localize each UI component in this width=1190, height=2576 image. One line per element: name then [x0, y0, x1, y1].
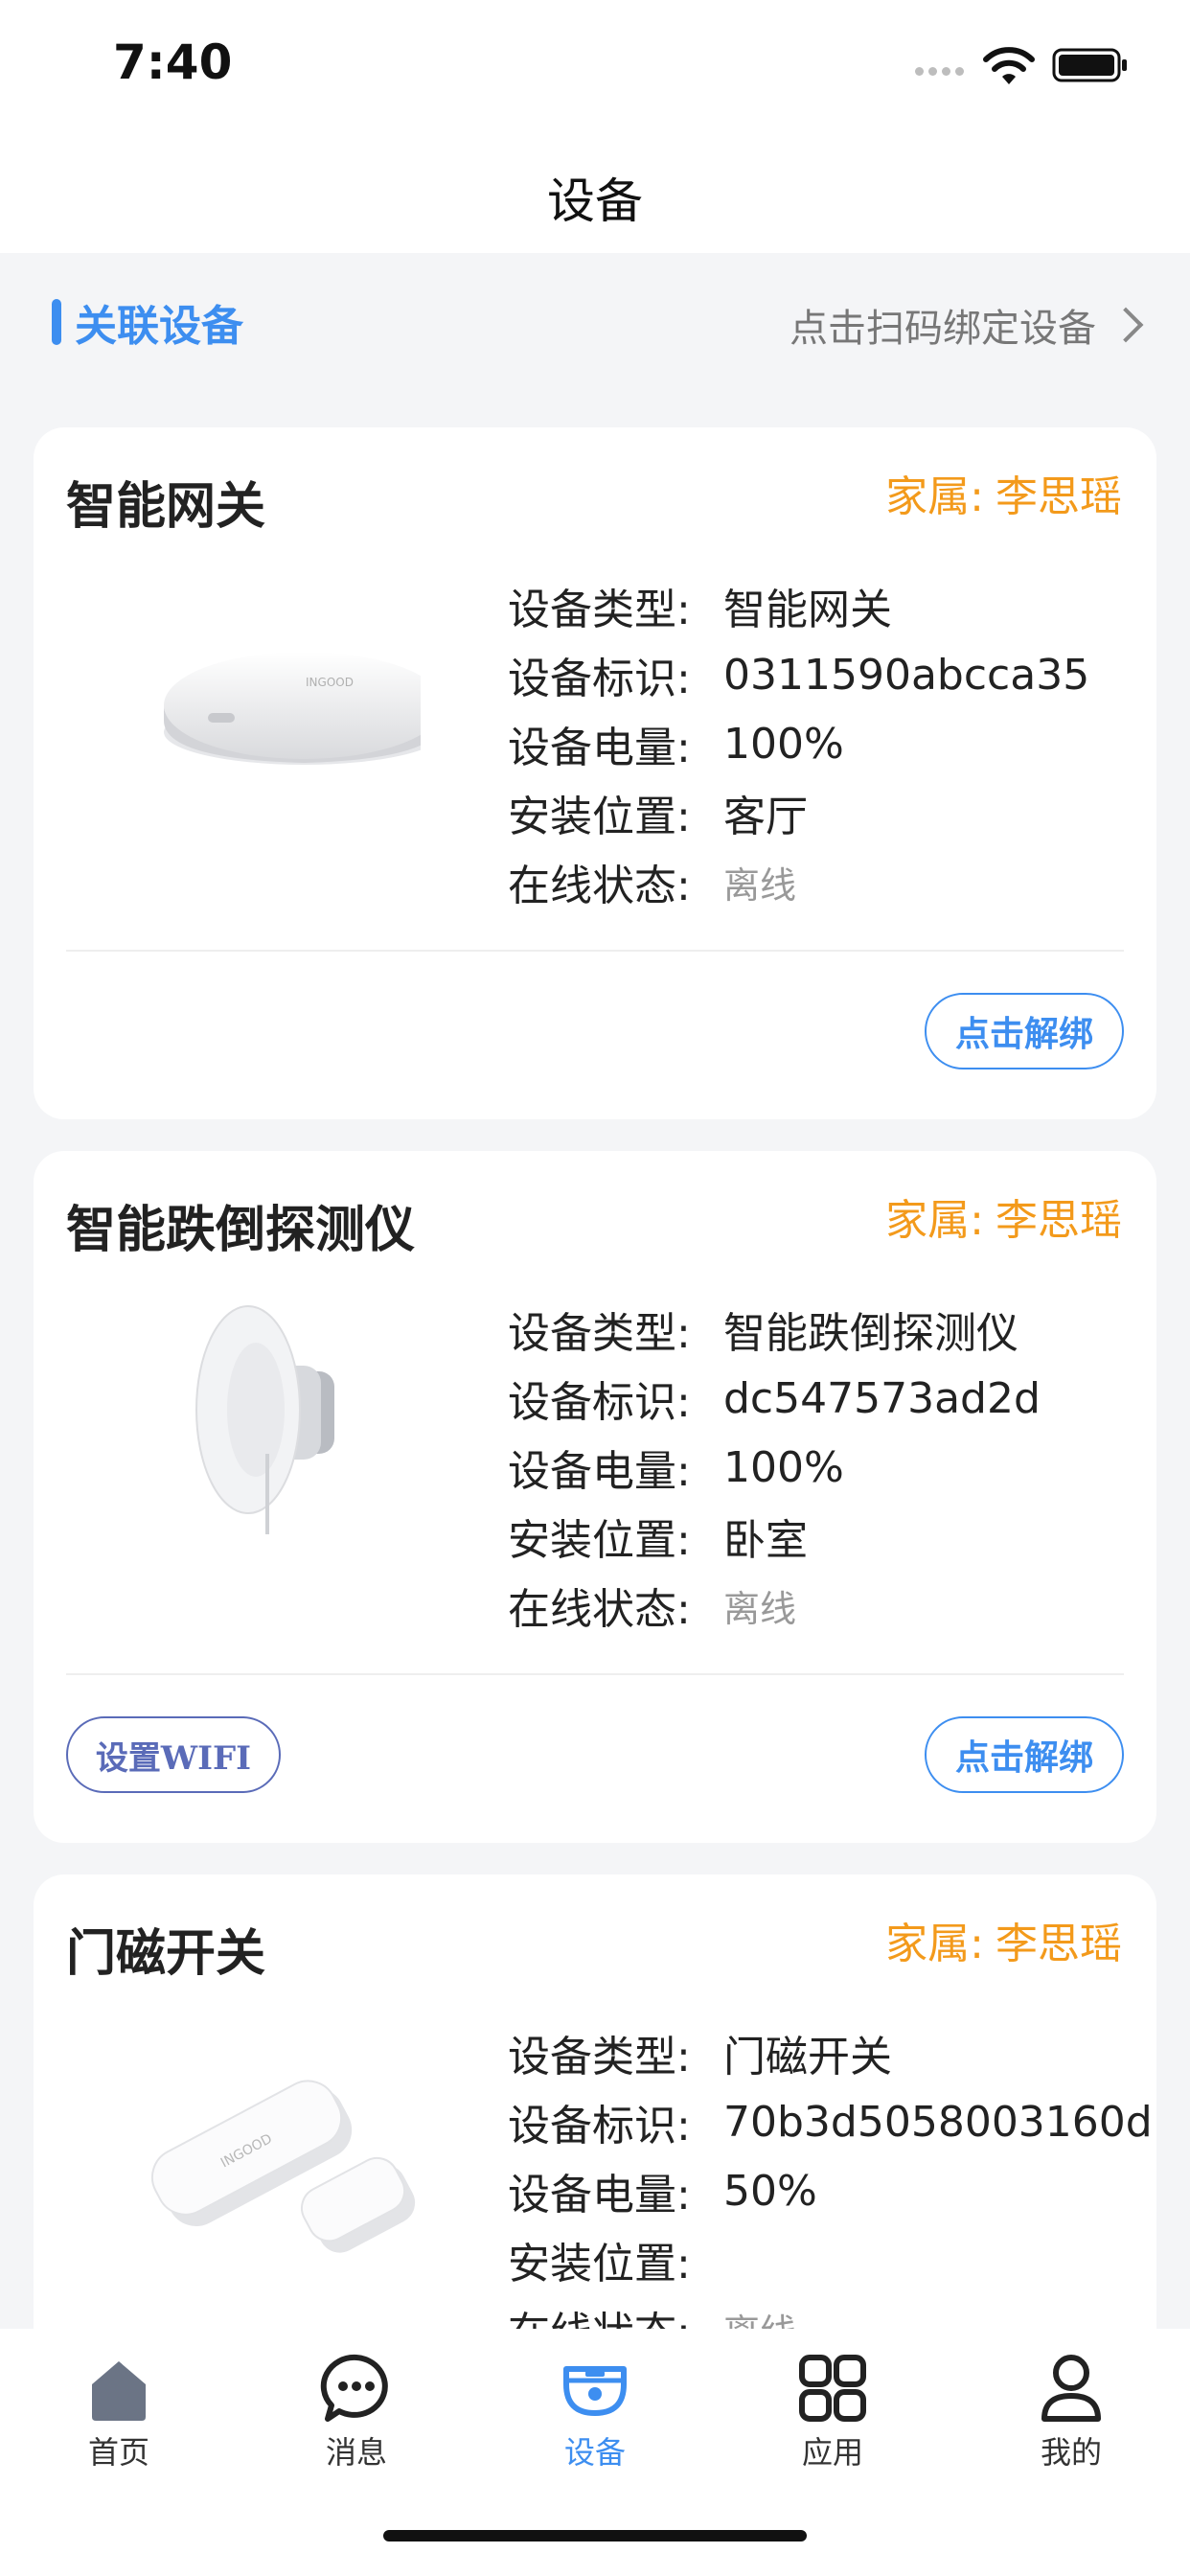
tab-label: 设备 — [563, 2434, 626, 2471]
unbind-button[interactable]: 点击解绑 — [925, 993, 1124, 1070]
device-info: 设备类型: 智能跌倒探测仪 设备标识: dc547573ad2d 设备电量: 100%… — [508, 1295, 1041, 1640]
tab-messages[interactable]: 消息 — [289, 2350, 423, 2472]
value-status: 离线 — [723, 1587, 797, 1630]
battery-icon — [1052, 48, 1127, 82]
svg-text:INGOOD: INGOOD — [306, 676, 354, 689]
wifi-icon — [983, 47, 1035, 84]
device-owner: 家属: 李思瑶 — [885, 1909, 1122, 1970]
home-icon — [92, 2361, 146, 2421]
value-type: 门磁开关 — [723, 2033, 892, 2082]
value-type: 智能网关 — [723, 586, 892, 634]
label-battery: 设备电量: — [508, 724, 691, 772]
label-id: 设备标识: — [508, 1378, 691, 1427]
label-location: 安装位置: — [508, 2240, 691, 2288]
value-id: dc547573ad2d — [723, 1373, 1041, 1423]
fall-detector-device-image — [195, 1305, 334, 1534]
owner-name: 李思瑶 — [995, 1920, 1122, 1968]
nav-bar: 设备 — [0, 134, 1190, 253]
value-battery: 50% — [723, 2166, 817, 2216]
owner-name: 李思瑶 — [995, 1196, 1122, 1245]
scan-bind-label: 点击扫码绑定设备 — [790, 307, 1096, 351]
label-location: 安装位置: — [508, 793, 691, 841]
value-id: 0311590abcca35 — [723, 650, 1090, 700]
tab-devices[interactable]: 设备 — [528, 2350, 662, 2472]
status-time: 7:40 — [113, 34, 233, 90]
label-location: 安装位置: — [508, 1516, 691, 1565]
value-id: 70b3d5058003160d — [723, 2097, 1153, 2147]
door-sensor-device-image: INGOOD — [150, 2080, 416, 2253]
tab-label: 消息 — [325, 2434, 387, 2471]
divider — [66, 1673, 1124, 1675]
unbind-button[interactable]: 点击解绑 — [925, 1716, 1124, 1793]
section-accent-bar — [52, 299, 61, 345]
device-name: 智能跌倒探测仪 — [66, 1202, 416, 1259]
status-bar: 7:40 — [0, 0, 1190, 134]
device-info: 设备类型: 门磁开关 设备标识: 70b3d5058003160d 设备电量: 50%… — [508, 2018, 1153, 2363]
value-battery: 100% — [723, 1442, 844, 1492]
owner-label: 家属: — [885, 1196, 984, 1245]
profile-icon — [1041, 2355, 1101, 2422]
device-info: 设备类型: 智能网关 设备标识: 0311590abcca35 设备电量: 100% … — [508, 571, 1089, 916]
owner-label: 家属: — [885, 1920, 984, 1968]
scan-bind-link[interactable]: 点击扫码绑定设备 — [790, 297, 1144, 353]
value-status: 离线 — [723, 863, 797, 907]
label-battery: 设备电量: — [508, 1447, 691, 1496]
tab-label: 应用 — [801, 2434, 863, 2471]
section-title: 关联设备 — [75, 302, 243, 351]
value-battery: 100% — [723, 719, 844, 769]
home-indicator — [383, 2530, 807, 2542]
cellular-signal-icon — [915, 61, 973, 80]
label-type: 设备类型: — [508, 2033, 691, 2082]
value-location: 卧室 — [723, 1516, 808, 1565]
device-card: 智能跌倒探测仪 家属: 李思瑶 设备类型: 智能跌倒探测仪 设备标识: dc54757… — [34, 1151, 1156, 1843]
label-type: 设备类型: — [508, 1309, 691, 1358]
value-location: 客厅 — [723, 793, 808, 841]
tab-profile[interactable]: 我的 — [1004, 2350, 1138, 2472]
label-id: 设备标识: — [508, 655, 691, 703]
chevron-right-icon — [1108, 307, 1144, 343]
value-type: 智能跌倒探测仪 — [723, 1309, 1018, 1358]
tab-home[interactable]: 首页 — [52, 2350, 186, 2472]
message-icon — [320, 2354, 388, 2422]
label-id: 设备标识: — [508, 2102, 691, 2150]
set-wifi-button[interactable]: 设置WIFI — [66, 1716, 281, 1793]
device-owner: 家属: 李思瑶 — [885, 1185, 1122, 1247]
device-card: 智能网关 家属: 李思瑶 INGOOD 设备类型: 智能网关 设备标识: 031159… — [34, 427, 1156, 1119]
owner-label: 家属: — [885, 472, 984, 521]
device-icon — [563, 2366, 627, 2416]
divider — [66, 950, 1124, 952]
tab-label: 我的 — [1040, 2434, 1102, 2471]
tab-apps[interactable]: 应用 — [766, 2350, 900, 2472]
label-status: 在线状态: — [508, 862, 691, 910]
gateway-device-image: INGOOD — [164, 652, 421, 765]
label-type: 设备类型: — [508, 586, 691, 634]
tab-label: 首页 — [87, 2434, 149, 2471]
label-battery: 设备电量: — [508, 2171, 691, 2220]
owner-name: 李思瑶 — [995, 472, 1122, 521]
apps-icon — [799, 2355, 866, 2422]
label-status: 在线状态: — [508, 1585, 691, 1634]
device-name: 门磁开关 — [66, 1925, 266, 1983]
device-name: 智能网关 — [66, 478, 266, 536]
device-owner: 家属: 李思瑶 — [885, 462, 1122, 523]
page-title: 设备 — [547, 173, 643, 229]
